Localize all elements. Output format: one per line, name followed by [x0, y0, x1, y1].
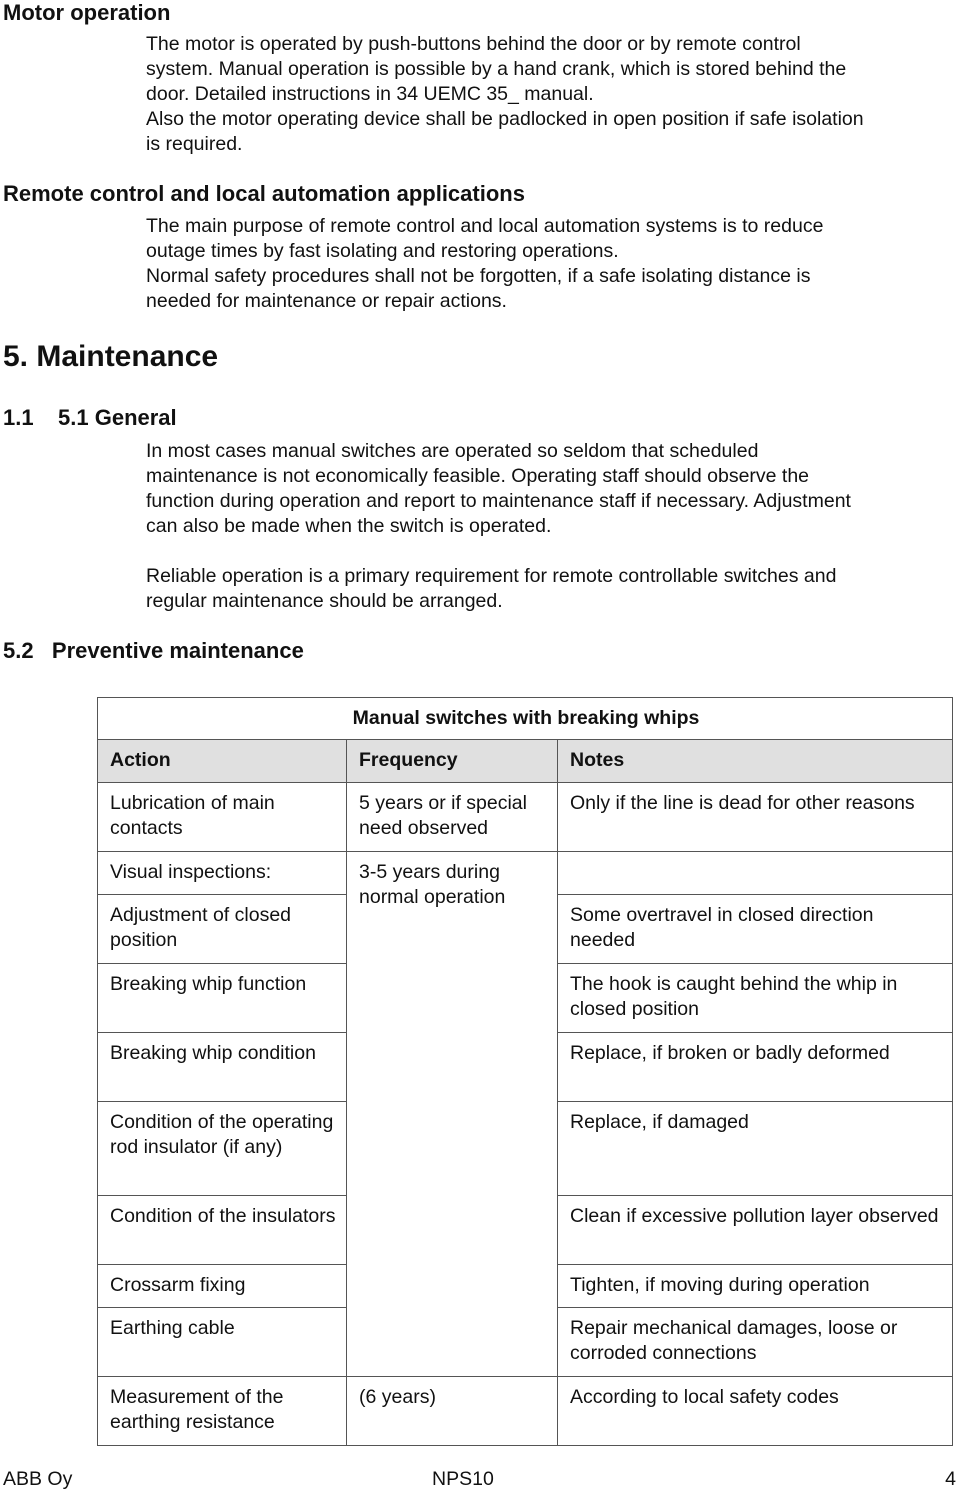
text-line: Normal safety procedures shall not be fo… — [146, 265, 811, 287]
cell-action: Earthing cable — [97, 1307, 347, 1377]
text-line: is required. — [146, 133, 243, 155]
text-line: function during operation and report to … — [146, 490, 851, 512]
column-header-notes: Notes — [556, 739, 954, 783]
section-heading-preventive-maintenance: 5.2 Preventive maintenance — [3, 638, 304, 663]
cell-notes — [556, 851, 954, 895]
table-row: Visual inspections: 3-5 years during nor… — [97, 851, 954, 1377]
maintenance-table: Manual switches with breaking whips Acti… — [96, 697, 954, 1446]
general-paragraph-1: In most cases manual switches are operat… — [146, 439, 946, 539]
text-line: The main purpose of remote control and l… — [146, 215, 824, 237]
cell-notes: Repair mechanical damages, loose or corr… — [556, 1307, 954, 1377]
text-line: Reliable operation is a primary requirem… — [146, 565, 837, 587]
cell-notes: Only if the line is dead for other reaso… — [556, 782, 954, 852]
footer-company: ABB Oy — [3, 1468, 73, 1490]
text-line: needed for maintenance or repair actions… — [146, 290, 507, 312]
cell-action: Visual inspections: — [97, 851, 347, 895]
cell-action: Condition of the operating rod insulator… — [97, 1101, 347, 1196]
footer-page-number: 4 — [945, 1468, 956, 1490]
section-heading-general: 1.1 5.1 General — [3, 405, 177, 430]
cell-notes: According to local safety codes — [556, 1376, 954, 1446]
column-header-frequency: Frequency — [346, 739, 558, 783]
text-line: regular maintenance should be arranged. — [146, 590, 503, 612]
text-line: Also the motor operating device shall be… — [146, 108, 864, 130]
table-header-row: Action Frequency Notes — [97, 739, 954, 783]
cell-notes: The hook is caught behind the whip in cl… — [556, 963, 954, 1033]
cell-frequency: 5 years or if special need observed — [346, 782, 558, 852]
cell-action: Crossarm fixing — [97, 1264, 347, 1308]
text-line: In most cases manual switches are operat… — [146, 440, 759, 462]
chapter-heading-maintenance: 5. Maintenance — [3, 340, 219, 373]
cell-action: Breaking whip condition — [97, 1032, 347, 1102]
table-title: Manual switches with breaking whips — [96, 697, 954, 740]
cell-action: Measurement of the earthing resistance — [97, 1376, 347, 1446]
cell-notes: Tighten, if moving during operation — [556, 1264, 954, 1308]
section-heading-remote-control: Remote control and local automation appl… — [3, 181, 525, 206]
column-header-action: Action — [97, 739, 347, 783]
cell-frequency: 3-5 years during normal operation — [346, 851, 558, 1377]
cell-action: Adjustment of closed position — [97, 894, 347, 964]
cell-action: Condition of the insulators — [97, 1195, 347, 1265]
cell-notes: Replace, if damaged — [556, 1101, 954, 1196]
text-line: can also be made when the switch is oper… — [146, 515, 552, 537]
general-paragraph-2: Reliable operation is a primary requirem… — [146, 564, 946, 614]
cell-notes: Replace, if broken or badly deformed — [556, 1032, 954, 1102]
text-line: outage times by fast isolating and resto… — [146, 240, 619, 262]
text-line: system. Manual operation is possible by … — [146, 58, 847, 80]
cell-notes: Some overtravel in closed direction need… — [556, 894, 954, 964]
text-line: maintenance is not economically feasible… — [146, 465, 810, 487]
text-line: The motor is operated by push-buttons be… — [146, 33, 801, 55]
section-heading-motor-operation: Motor operation — [3, 0, 171, 25]
table-row: Lubrication of main contacts 5 years or … — [97, 782, 954, 852]
table-row: Measurement of the earthing resistance (… — [97, 1376, 954, 1446]
table-title-row: Manual switches with breaking whips — [96, 697, 954, 740]
motor-operation-text: The motor is operated by push-buttons be… — [146, 32, 946, 157]
cell-action: Lubrication of main contacts — [97, 782, 347, 852]
remote-control-text: The main purpose of remote control and l… — [146, 214, 946, 314]
footer-doc-id: NPS10 — [432, 1468, 494, 1490]
cell-notes: Clean if excessive pollution layer obser… — [556, 1195, 954, 1265]
cell-frequency: (6 years) — [346, 1376, 558, 1446]
cell-action: Breaking whip function — [97, 963, 347, 1033]
text-line: door. Detailed instructions in 34 UEMC 3… — [146, 83, 594, 105]
